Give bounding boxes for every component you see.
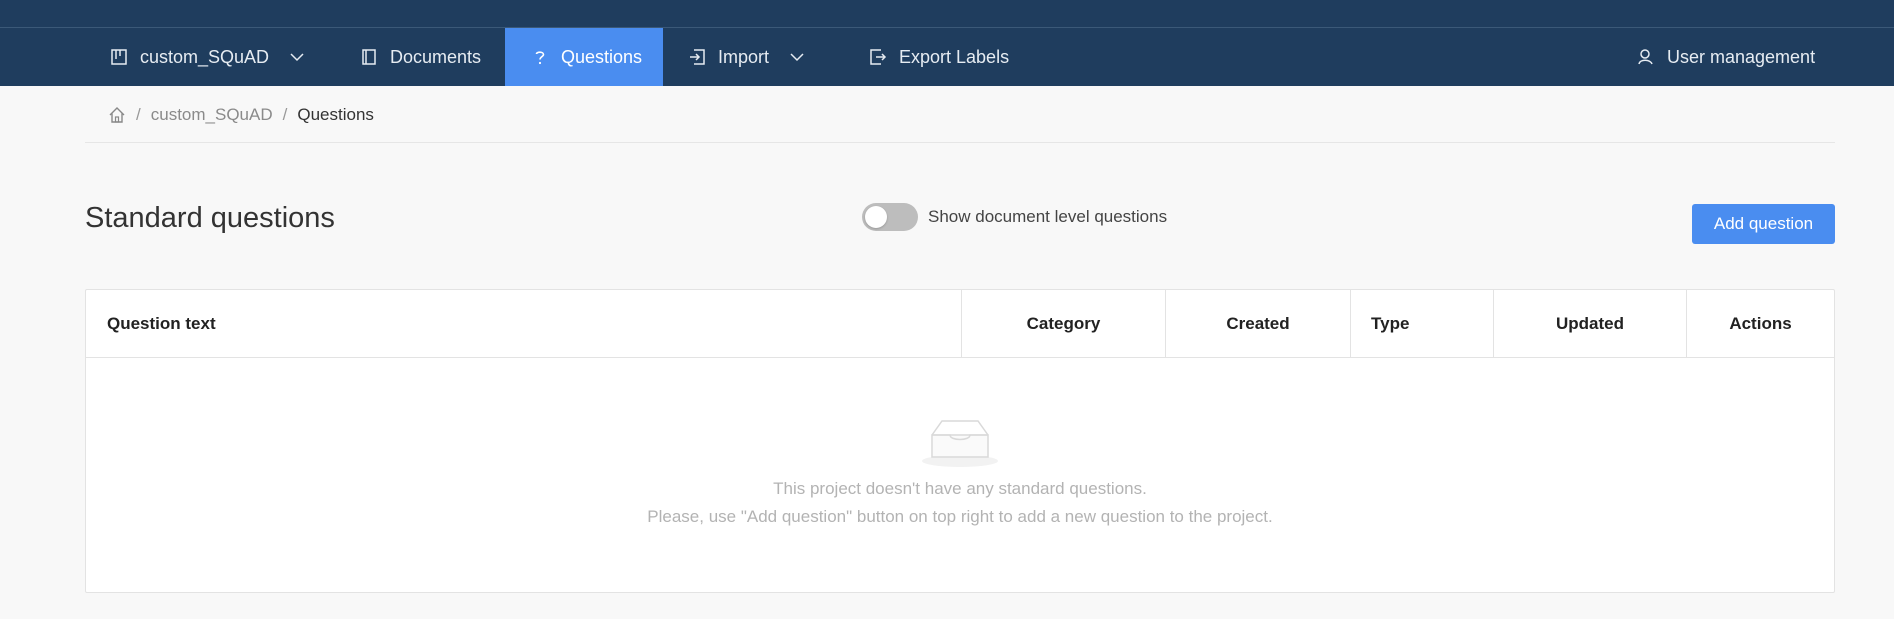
- nav-project-label: custom_SQuAD: [140, 46, 270, 67]
- page-title: Standard questions: [85, 202, 335, 234]
- document-level-toggle[interactable]: [862, 203, 918, 231]
- home-icon[interactable]: [108, 106, 126, 124]
- toggle-knob: [865, 206, 887, 228]
- nav-documents[interactable]: Documents: [360, 28, 481, 86]
- top-strip: [0, 0, 1894, 28]
- user-icon: [1637, 48, 1655, 66]
- empty-message-line1: This project doesn't have any standard q…: [773, 479, 1147, 498]
- top-navbar: custom_SQuAD Documents Questions Import …: [0, 28, 1894, 86]
- questions-table: Question text Category Created Type Upda…: [85, 289, 1835, 593]
- column-header-type[interactable]: Type: [1350, 290, 1493, 357]
- breadcrumb-project[interactable]: custom_SQuAD: [151, 105, 273, 125]
- nav-import-label: Import: [718, 46, 770, 67]
- document-icon: [360, 48, 378, 66]
- nav-questions[interactable]: Questions: [505, 28, 663, 86]
- import-icon: [688, 48, 706, 66]
- empty-state: This project doesn't have any standard q…: [86, 358, 1834, 593]
- column-header-category[interactable]: Category: [961, 290, 1165, 357]
- breadcrumb-current: Questions: [297, 105, 374, 124]
- toggle-label: Show document level questions: [928, 207, 1168, 226]
- nav-documents-label: Documents: [390, 46, 482, 67]
- export-icon: [869, 48, 887, 66]
- breadcrumb-separator: /: [136, 105, 141, 124]
- nav-import[interactable]: Import: [688, 28, 805, 86]
- add-question-button[interactable]: Add question: [1692, 204, 1835, 244]
- nav-project-selector[interactable]: custom_SQuAD: [110, 28, 305, 86]
- chevron-down-icon: [289, 49, 305, 65]
- column-header-actions: Actions: [1686, 290, 1834, 357]
- nav-user-management-label: User management: [1667, 46, 1816, 67]
- breadcrumb-separator: /: [282, 105, 288, 124]
- nav-export-label: Export Labels: [899, 46, 1010, 67]
- question-mark-icon: [531, 48, 549, 66]
- breadcrumb: / custom_SQuAD / Questions: [108, 104, 374, 126]
- nav-questions-label: Questions: [561, 46, 643, 67]
- breadcrumb-divider: [85, 142, 1835, 143]
- table-header: Question text Category Created Type Upda…: [86, 290, 1834, 358]
- project-board-icon: [110, 48, 128, 66]
- column-header-updated[interactable]: Updated: [1493, 290, 1686, 357]
- empty-inbox-icon: [920, 413, 1000, 474]
- column-header-question-text[interactable]: Question text: [86, 290, 961, 357]
- nav-export-labels[interactable]: Export Labels: [869, 28, 1009, 86]
- document-level-toggle-group: Show document level questions: [862, 203, 1167, 231]
- nav-user-management[interactable]: User management: [1637, 28, 1815, 86]
- column-header-created[interactable]: Created: [1165, 290, 1350, 357]
- chevron-down-icon: [789, 49, 805, 65]
- empty-message-line2: Please, use "Add question" button on top…: [647, 507, 1273, 526]
